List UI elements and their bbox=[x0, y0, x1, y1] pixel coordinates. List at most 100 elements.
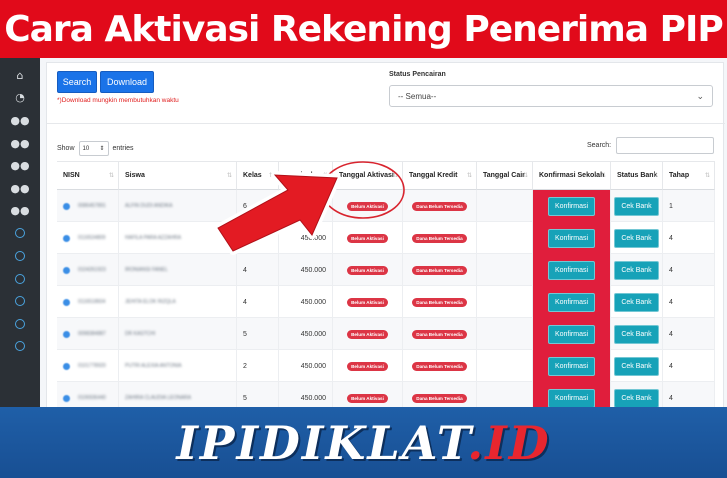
siswa-value: HAFILA PARA AZZAHRA bbox=[125, 235, 182, 241]
updown-icon: ⇕ bbox=[99, 146, 105, 152]
cell-tahap: 1 bbox=[663, 190, 715, 222]
header-label: Tanggal Cair bbox=[483, 172, 525, 179]
nisn-value: 0086457891 bbox=[78, 203, 106, 209]
cek-bank-button[interactable]: Cek Bank bbox=[614, 196, 659, 216]
circle-icon[interactable] bbox=[0, 290, 40, 313]
home-icon[interactable]: ⌂ bbox=[0, 64, 40, 87]
users-icon[interactable]: ●● bbox=[0, 132, 40, 155]
status-pencairan-select[interactable]: -- Semua-- ⌄ bbox=[389, 85, 713, 107]
konfirmasi-button[interactable]: Konfirmasi bbox=[547, 388, 596, 408]
entries-select[interactable]: 10 ⇕ bbox=[78, 141, 109, 156]
cell-tanggal-cair bbox=[477, 350, 533, 382]
dashboard-icon[interactable]: ◔ bbox=[0, 87, 40, 110]
siswa-value: JEHITA ELOK RIZQLA bbox=[125, 299, 176, 305]
status-badge: Dana Belum Tersedia bbox=[412, 233, 467, 243]
chevron-down-icon: ⌄ bbox=[696, 91, 704, 101]
cell-tahap: 4 bbox=[663, 350, 715, 382]
users-icon[interactable]: ●● bbox=[0, 154, 40, 177]
header-label: Nominal bbox=[285, 172, 313, 179]
table-row: 0116534809 HAFILA PARA AZZAHRA 450.000 Belu… bbox=[57, 222, 715, 254]
cell-tanggal-aktivasi: Belum Aktivasi bbox=[333, 286, 403, 318]
col-status-bank-header[interactable]: Status Bank ⇅ bbox=[611, 161, 663, 190]
expand-icon[interactable] bbox=[63, 234, 70, 242]
header-label: Siswa bbox=[125, 172, 145, 179]
status-badge: Belum Aktivasi bbox=[347, 393, 388, 403]
cell-konfirmasi-sekolah: Konfirmasi bbox=[533, 254, 611, 286]
entries-control: Show 10 ⇕ entries bbox=[57, 141, 134, 156]
cell-nisn: 0104261923 bbox=[57, 254, 119, 286]
status-badge: Dana Belum Tersedia bbox=[412, 297, 467, 307]
cell-nominal: 450.000 bbox=[279, 222, 333, 254]
table-search-input[interactable] bbox=[616, 137, 715, 154]
circle-icon[interactable] bbox=[0, 335, 40, 358]
expand-icon[interactable] bbox=[63, 362, 70, 370]
sort-icon: ⇅ bbox=[392, 173, 398, 179]
circle-icon[interactable] bbox=[0, 313, 40, 336]
nisn-value: 0116518604 bbox=[78, 299, 106, 305]
siswa-value: IRONIANSI FANEL bbox=[125, 267, 168, 273]
status-badge: Belum Aktivasi bbox=[347, 233, 388, 243]
expand-icon[interactable] bbox=[63, 298, 70, 306]
cell-status-bank: Cek Bank bbox=[611, 254, 663, 286]
users-icon[interactable]: ●● bbox=[0, 109, 40, 132]
circle-icon[interactable] bbox=[0, 245, 40, 268]
download-button[interactable]: Download bbox=[100, 71, 154, 93]
col-konfirmasi-sekolah-header[interactable]: Konfirmasi Sekolah ⇅ bbox=[533, 161, 611, 190]
circle-icon[interactable] bbox=[0, 267, 40, 290]
expand-icon[interactable] bbox=[63, 394, 70, 402]
konfirmasi-button[interactable]: Konfirmasi bbox=[547, 356, 596, 376]
header-label: Tanggal Kredit bbox=[409, 172, 458, 179]
col-siswa-header[interactable]: Siswa ⇅ bbox=[119, 161, 237, 190]
title-banner: Cara Aktivasi Rekening Penerima PIP bbox=[0, 0, 727, 58]
cell-konfirmasi-sekolah: Konfirmasi bbox=[533, 350, 611, 382]
cell-tanggal-kredit: Dana Belum Tersedia bbox=[403, 254, 477, 286]
col-tanggal-aktivasi-header[interactable]: Tanggal Aktivasi ⇅ bbox=[333, 161, 403, 190]
users-icon[interactable]: ●● bbox=[0, 200, 40, 223]
konfirmasi-button[interactable]: Konfirmasi bbox=[547, 196, 596, 216]
sort-icon: ⇅ bbox=[322, 173, 328, 179]
cek-bank-button[interactable]: Cek Bank bbox=[614, 260, 659, 280]
cek-bank-button[interactable]: Cek Bank bbox=[614, 324, 659, 344]
expand-icon[interactable] bbox=[63, 266, 70, 274]
expand-icon[interactable] bbox=[63, 202, 70, 210]
col-tanggal-kredit-header[interactable]: Tanggal Kredit ⇅ bbox=[403, 161, 477, 190]
header-label: Konfirmasi Sekolah bbox=[539, 172, 605, 179]
cell-nominal: 450.000 bbox=[279, 286, 333, 318]
brand-suffix: .ID bbox=[467, 415, 551, 470]
cell-kelas: 4 bbox=[237, 254, 279, 286]
col-tanggal-cair-header[interactable]: Tanggal Cair ⇅ bbox=[477, 161, 533, 190]
expand-icon[interactable] bbox=[63, 330, 70, 338]
cell-kelas: 4 bbox=[237, 286, 279, 318]
sort-icon: ⇅ bbox=[226, 173, 232, 179]
users-icon[interactable]: ●● bbox=[0, 177, 40, 200]
cell-tanggal-cair bbox=[477, 190, 533, 222]
cell-nominal: 450.000 bbox=[279, 350, 333, 382]
status-badge: Belum Aktivasi bbox=[347, 297, 388, 307]
header-label: Tanggal Aktivasi bbox=[339, 172, 394, 179]
konfirmasi-button[interactable]: Konfirmasi bbox=[547, 260, 596, 280]
brand-name: IPIDIKLAT bbox=[176, 415, 468, 470]
circle-icon[interactable] bbox=[0, 222, 40, 245]
konfirmasi-button[interactable]: Konfirmasi bbox=[547, 292, 596, 312]
cell-nisn: 0101778920 bbox=[57, 350, 119, 382]
cell-status-bank: Cek Bank bbox=[611, 190, 663, 222]
cek-bank-button[interactable]: Cek Bank bbox=[614, 292, 659, 312]
cell-tanggal-kredit: Dana Belum Tersedia bbox=[403, 222, 477, 254]
main-content: Search Download *)Download mungkin membu… bbox=[40, 58, 727, 414]
cell-tanggal-cair bbox=[477, 254, 533, 286]
search-button[interactable]: Search bbox=[57, 71, 97, 93]
cek-bank-button[interactable]: Cek Bank bbox=[614, 388, 659, 408]
col-nisn-header[interactable]: NISN ⇅ bbox=[57, 161, 119, 190]
status-badge: Dana Belum Tersedia bbox=[412, 201, 467, 211]
cell-tanggal-kredit: Dana Belum Tersedia bbox=[403, 286, 477, 318]
col-nominal-header[interactable]: Nominal ⇅ bbox=[279, 161, 333, 190]
cek-bank-button[interactable]: Cek Bank bbox=[614, 228, 659, 248]
col-kelas-header[interactable]: Kelas ⇅ bbox=[237, 161, 279, 190]
col-tahap-header[interactable]: Tahap ⇅ bbox=[663, 161, 715, 190]
konfirmasi-button[interactable]: Konfirmasi bbox=[547, 228, 596, 248]
cek-bank-button[interactable]: Cek Bank bbox=[614, 356, 659, 376]
konfirmasi-button[interactable]: Konfirmasi bbox=[547, 324, 596, 344]
cell-nisn: 0116518604 bbox=[57, 286, 119, 318]
nisn-value: 0106936440 bbox=[78, 395, 106, 401]
brand-banner: IPIDIKLAT.ID bbox=[0, 407, 727, 478]
